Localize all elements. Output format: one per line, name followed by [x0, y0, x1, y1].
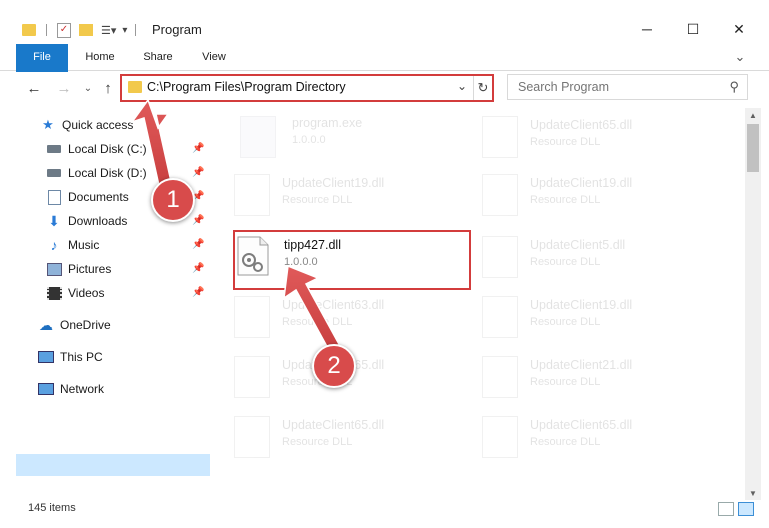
navigation-pane: ★ Quick access Local Disk (C:) 📌 Local D… [0, 108, 210, 500]
back-button[interactable]: ← [24, 78, 44, 98]
large-icons-view-icon[interactable] [738, 502, 754, 516]
videos-icon [46, 285, 62, 301]
separator [135, 24, 137, 36]
scrollbar-thumb[interactable] [747, 124, 759, 172]
nav-network[interactable]: Network [38, 378, 104, 400]
arrow-left-icon: ← [26, 79, 42, 97]
dll-file-icon [234, 296, 270, 338]
cloud-icon: ☁ [39, 316, 53, 333]
nav-this-pc[interactable]: This PC [38, 346, 103, 368]
dll-file-icon [482, 116, 518, 158]
file-item[interactable]: UpdateClient65.dll Resource DLL [482, 112, 682, 162]
item-count: 145 items [28, 502, 76, 514]
callout-1: 1 [151, 178, 195, 222]
file-item[interactable]: UpdateClient63.dll Resource DLL [234, 292, 434, 342]
file-item[interactable]: UpdateClient21.dll Resource DLL [482, 352, 682, 402]
minimize-icon: ─ [642, 21, 652, 37]
drive-icon [46, 165, 62, 181]
selection-highlight [16, 454, 210, 476]
recent-locations-button[interactable]: ⌄ [78, 78, 98, 98]
dll-file-icon [482, 416, 518, 458]
file-item[interactable]: UpdateClient19.dll Resource DLL [234, 170, 434, 220]
arrow-right-icon: → [56, 79, 72, 97]
dll-file-icon [482, 174, 518, 216]
file-item[interactable]: UpdateClient65.dll Resource DLL [482, 412, 682, 462]
dll-file-icon [482, 356, 518, 398]
quick-access-toolbar: ✓ ☰▾ ▾ [22, 21, 137, 39]
computer-icon [38, 349, 54, 365]
details-view-icon[interactable] [718, 502, 734, 516]
pin-icon: 📌 [192, 143, 205, 154]
nav-quick-access[interactable]: ★ Quick access [40, 114, 133, 136]
scroll-up-icon[interactable]: ▲ [745, 108, 761, 122]
callout-2: 2 [312, 344, 356, 388]
tab-share[interactable]: Share [136, 44, 180, 70]
search-box[interactable]: ⚲ [507, 74, 748, 100]
dll-file-icon [482, 296, 518, 338]
file-highlight-box [233, 230, 471, 290]
documents-icon [46, 189, 62, 205]
file-item[interactable]: UpdateClient19.dll Resource DLL [482, 170, 682, 220]
pin-icon: 📌 [192, 287, 205, 298]
nav-documents[interactable]: Documents [46, 186, 129, 208]
pin-icon: 📌 [192, 215, 205, 226]
separator [46, 24, 47, 36]
dll-file-icon [482, 236, 518, 278]
address-highlight-box [120, 74, 494, 102]
ribbon-tabs: File Home Share View ⌄ [0, 44, 769, 94]
new-folder-icon[interactable] [79, 24, 93, 36]
nav-downloads[interactable]: ⬇ Downloads [46, 210, 127, 232]
window-title: Program [152, 22, 202, 37]
nav-onedrive[interactable]: ☁ OneDrive [38, 314, 111, 336]
close-icon: ✕ [733, 20, 745, 37]
arrow-up-icon: ↑ [104, 79, 112, 97]
star-icon: ★ [42, 117, 54, 132]
vertical-scrollbar[interactable]: ▲ ▼ [745, 108, 761, 500]
network-icon [38, 381, 54, 397]
search-input[interactable] [516, 79, 720, 95]
tab-home[interactable]: Home [78, 44, 122, 70]
download-icon: ⬇ [48, 212, 60, 229]
pin-icon: 📌 [192, 239, 205, 250]
forward-button[interactable]: → [54, 78, 74, 98]
nav-local-disk-c[interactable]: Local Disk (C:) [46, 138, 147, 160]
maximize-button[interactable]: ☐ [670, 14, 716, 44]
chevron-down-icon: ⌄ [83, 82, 93, 94]
up-button[interactable]: ↑ [98, 78, 118, 98]
nav-videos[interactable]: Videos [46, 282, 104, 304]
search-icon: ⚲ [729, 79, 739, 94]
dll-file-icon [234, 356, 270, 398]
music-icon: ♪ [50, 237, 58, 253]
pin-icon: 📌 [192, 167, 205, 178]
minimize-button[interactable]: ─ [624, 14, 670, 44]
status-bar: 145 items [0, 500, 769, 528]
file-list: program.exe 1.0.0.0 UpdateClient19.dll R… [212, 108, 745, 500]
file-item[interactable]: program.exe 1.0.0.0 [240, 112, 440, 162]
pin-icon: 📌 [192, 263, 205, 274]
exe-file-icon [240, 116, 276, 158]
explorer-window: ✓ ☰▾ ▾ Program ─ ☐ ✕ File Home Share Vie… [0, 0, 769, 528]
properties-icon[interactable]: ✓ [57, 22, 71, 38]
close-button[interactable]: ✕ [716, 14, 762, 44]
nav-pictures[interactable]: Pictures [46, 258, 111, 280]
file-item[interactable]: UpdateClient5.dll Resource DLL [482, 232, 682, 282]
dropdown-icon[interactable]: ▾ [122, 25, 127, 36]
folder-icon[interactable] [22, 24, 36, 36]
expand-ribbon-icon[interactable]: ⌄ [730, 44, 750, 70]
file-item[interactable]: UpdateClient65.dll Resource DLL [234, 412, 434, 462]
dll-file-icon [234, 416, 270, 458]
dll-file-icon [234, 174, 270, 216]
nav-local-disk-d[interactable]: Local Disk (D:) [46, 162, 147, 184]
scroll-down-icon[interactable]: ▼ [745, 486, 761, 500]
nav-music[interactable]: ♪ Music [46, 234, 100, 256]
pictures-icon [46, 261, 62, 277]
maximize-icon: ☐ [686, 20, 700, 37]
title-bar: ✓ ☰▾ ▾ Program ─ ☐ ✕ [0, 0, 769, 44]
drive-icon [46, 141, 62, 157]
tab-view[interactable]: View [192, 44, 236, 70]
file-item[interactable]: UpdateClient19.dll Resource DLL [482, 292, 682, 342]
customize-icon[interactable]: ☰▾ [101, 24, 116, 37]
